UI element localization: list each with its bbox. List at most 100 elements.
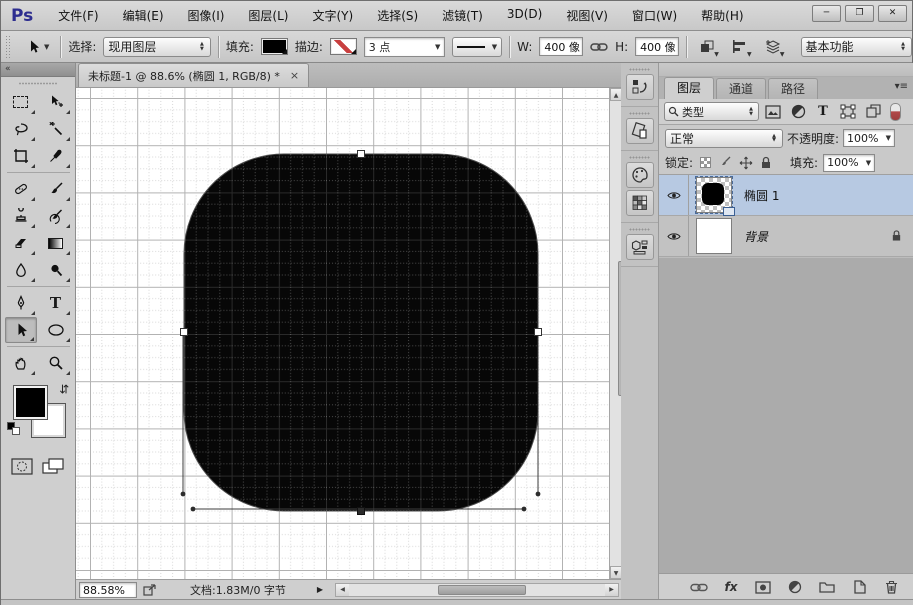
- workspace-switcher[interactable]: 基本功能 ▲▼: [801, 37, 912, 57]
- color-panel-button[interactable]: [626, 162, 654, 188]
- menu-3d[interactable]: 3D(D): [496, 3, 553, 28]
- export-arrow-icon[interactable]: [143, 584, 157, 596]
- menu-view[interactable]: 视图(V): [555, 3, 619, 28]
- layer-name[interactable]: 椭圆 1: [744, 187, 779, 204]
- move-tool[interactable]: [40, 89, 72, 115]
- path-alignment-button[interactable]: ▼: [727, 36, 753, 58]
- default-colors-icon[interactable]: [7, 422, 20, 435]
- stroke-color-swatch[interactable]: [330, 38, 357, 55]
- menu-image[interactable]: 图像(I): [177, 3, 236, 28]
- layer-row-ellipse-1[interactable]: 椭圆 1: [659, 175, 913, 216]
- new-group-button[interactable]: [816, 577, 838, 597]
- zoom-tool[interactable]: [40, 350, 72, 376]
- layer-thumbnail[interactable]: [696, 218, 732, 254]
- eyedropper-tool[interactable]: [40, 143, 72, 169]
- menu-layer[interactable]: 图层(L): [237, 3, 299, 28]
- dock-grip[interactable]: [629, 154, 650, 160]
- magic-wand-tool[interactable]: [40, 116, 72, 142]
- tab-layers[interactable]: 图层: [664, 77, 714, 99]
- horizontal-scrollbar[interactable]: ◀ ▶: [335, 583, 619, 597]
- fill-opacity-input[interactable]: 100% ▼: [823, 154, 875, 172]
- menu-filter[interactable]: 滤镜(T): [431, 3, 494, 28]
- minimize-button[interactable]: ─: [812, 5, 841, 22]
- lasso-tool[interactable]: [5, 116, 37, 142]
- menu-window[interactable]: 窗口(W): [621, 3, 688, 28]
- pen-tool[interactable]: [5, 290, 37, 316]
- panel-menu-icon[interactable]: ▾≡: [895, 81, 908, 92]
- layer-filter-dropdown[interactable]: 类型 ▲▼: [664, 102, 759, 121]
- link-layers-button[interactable]: [688, 577, 710, 597]
- filter-adjustment-layers-button[interactable]: [787, 102, 809, 122]
- lock-all-button[interactable]: [758, 155, 773, 170]
- stroke-width-combo[interactable]: 3 点 ▼: [364, 37, 446, 57]
- ellipse-shape-tool[interactable]: [40, 317, 72, 343]
- fill-color-swatch[interactable]: [261, 38, 288, 55]
- lock-transparency-button[interactable]: [698, 155, 713, 170]
- menu-file[interactable]: 文件(F): [47, 3, 109, 28]
- gradient-tool[interactable]: [40, 230, 72, 256]
- rectangular-marquee-tool[interactable]: [5, 89, 37, 115]
- menu-select[interactable]: 选择(S): [366, 3, 429, 28]
- type-tool[interactable]: T: [40, 290, 72, 316]
- layer-name[interactable]: 背景: [744, 228, 768, 245]
- lock-pixels-button[interactable]: [718, 155, 733, 170]
- opacity-input[interactable]: 100% ▼: [843, 129, 895, 147]
- close-tab-icon[interactable]: ×: [290, 69, 299, 82]
- shape-width-input[interactable]: 400 像: [539, 37, 583, 56]
- brush-tool[interactable]: [40, 176, 72, 202]
- lock-position-button[interactable]: [738, 155, 753, 170]
- dock-grip[interactable]: [629, 66, 650, 72]
- layer-style-button[interactable]: fx: [720, 577, 742, 597]
- tool-preset-picker[interactable]: ▼: [22, 37, 53, 57]
- shape-height-input[interactable]: 400 像: [635, 37, 679, 56]
- tool-panel-collapse[interactable]: «: [1, 63, 75, 77]
- scroll-left-icon[interactable]: ◀: [336, 584, 349, 596]
- tool-panel-grip[interactable]: [19, 79, 57, 87]
- menu-type[interactable]: 文字(Y): [301, 3, 364, 28]
- path-selection-tool[interactable]: [5, 317, 37, 343]
- clone-stamp-tool[interactable]: [5, 203, 37, 229]
- chevron-down-icon[interactable]: ▼: [886, 134, 891, 142]
- blur-tool[interactable]: [5, 257, 37, 283]
- screen-mode-icon[interactable]: [41, 458, 65, 475]
- canvas[interactable]: [76, 88, 609, 579]
- swatches-panel-button[interactable]: [626, 190, 654, 216]
- eraser-tool[interactable]: [5, 230, 37, 256]
- menu-help[interactable]: 帮助(H): [690, 3, 754, 28]
- adjustments-panel-button[interactable]: [626, 234, 654, 260]
- dock-grip[interactable]: [629, 226, 650, 232]
- crop-tool[interactable]: [5, 143, 37, 169]
- history-panel-button[interactable]: [626, 74, 654, 100]
- new-adjustment-layer-button[interactable]: [784, 577, 806, 597]
- vertical-scrollbar[interactable]: ▲ ▼: [609, 88, 621, 579]
- document-size-info[interactable]: 文档:1.83M/0 字节: [163, 582, 313, 598]
- document-tab[interactable]: 未标题-1 @ 88.6% (椭圆 1, RGB/8) * ×: [78, 63, 309, 87]
- path-operations-button[interactable]: ▼: [694, 36, 720, 58]
- chevron-down-icon[interactable]: ▼: [866, 159, 871, 167]
- blend-mode-dropdown[interactable]: 正常 ▲▼: [665, 129, 783, 148]
- tab-channels[interactable]: 通道: [716, 78, 766, 99]
- new-layer-button[interactable]: [848, 577, 870, 597]
- layer-row-background[interactable]: 背景: [659, 216, 913, 257]
- layer-filter-toggle[interactable]: [890, 103, 901, 121]
- filter-pixel-layers-button[interactable]: [762, 102, 784, 122]
- add-layer-mask-button[interactable]: [752, 577, 774, 597]
- spot-healing-brush-tool[interactable]: [5, 176, 37, 202]
- tab-paths[interactable]: 路径: [768, 78, 818, 99]
- horizontal-scroll-thumb[interactable]: [438, 585, 526, 595]
- maximize-button[interactable]: ❐: [845, 5, 874, 22]
- quick-mask-icon[interactable]: [11, 458, 33, 475]
- filter-shape-layers-button[interactable]: [837, 102, 859, 122]
- foreground-color-swatch[interactable]: [14, 386, 47, 419]
- close-button[interactable]: ✕: [878, 5, 907, 22]
- swap-colors-icon[interactable]: ⇆: [57, 384, 71, 394]
- visibility-toggle[interactable]: [659, 216, 689, 256]
- status-menu-icon[interactable]: ▶: [313, 582, 327, 598]
- path-arrangement-button[interactable]: ▼: [760, 36, 786, 58]
- filter-smart-objects-button[interactable]: [862, 102, 884, 122]
- properties-panel-button[interactable]: [626, 118, 654, 144]
- delete-layer-button[interactable]: [880, 577, 902, 597]
- menu-edit[interactable]: 编辑(E): [112, 3, 175, 28]
- layer-thumbnail[interactable]: [696, 177, 732, 213]
- history-brush-tool[interactable]: [40, 203, 72, 229]
